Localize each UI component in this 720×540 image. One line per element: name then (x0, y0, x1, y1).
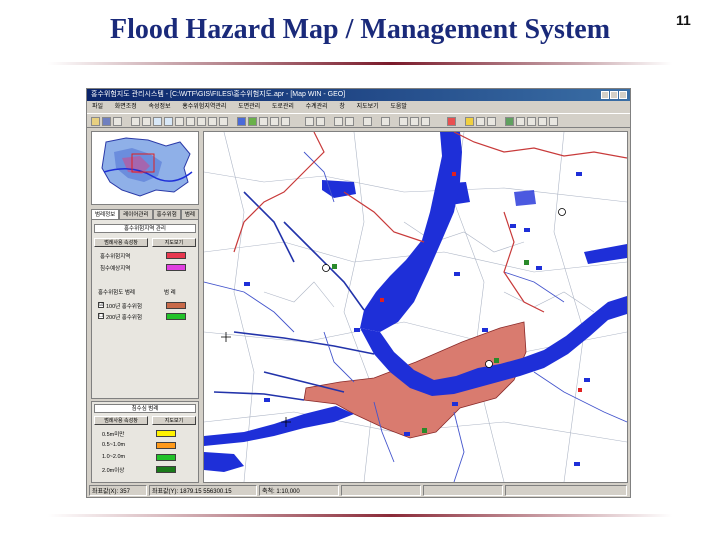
depth-label-4: 2.0m이상 (102, 468, 125, 474)
marker-green-icon[interactable] (421, 117, 430, 126)
legend-swatch-hazard (166, 252, 186, 259)
depth-swatch-1 (156, 430, 176, 437)
measure-icon[interactable] (219, 117, 228, 126)
depth-map-view-button[interactable]: 지도보기 (152, 416, 196, 425)
point-tool-icon[interactable] (363, 117, 372, 126)
save-icon[interactable] (102, 117, 111, 126)
status-y-coord: 좌표값(Y): 1879.15 556300.15 (149, 485, 257, 496)
flood-zone-header: 홍수위험지역 관리 (94, 224, 196, 233)
layer-icon[interactable] (237, 117, 246, 126)
pointer-icon[interactable] (142, 117, 151, 126)
menu-bar: 파일 화면조정 속성정보 홍수위험지역관리 도면관리 도로관리 수계관리 창 지… (87, 101, 630, 113)
open-icon[interactable] (91, 117, 100, 126)
legend-swatch-inundation (166, 264, 186, 271)
marker-red-icon[interactable] (399, 117, 408, 126)
legend-label-hazard: 홍수위험지역 (100, 254, 131, 260)
zoom-in-icon[interactable] (153, 117, 162, 126)
menu-file[interactable]: 파일 (87, 101, 108, 113)
depth-swatch-4 (156, 466, 176, 473)
window-titlebar: 홍수위험지도 관리시스템 - [C:\WTF\GIS\FILES\홍수위험지도.… (87, 89, 630, 101)
marker-blue-icon[interactable] (410, 117, 419, 126)
menu-maps[interactable]: 도면관리 (233, 101, 265, 113)
left-pane: 범례정보 레이어관리 홍수위험 범례 홍수위험지역 관리 범례사용 속성창 지도보기 … (91, 131, 199, 483)
menu-waterways[interactable]: 수계관리 (301, 101, 333, 113)
flood-zone-panel: 홍수위험지역 관리 범례사용 속성창 지도보기 홍수위험지역 침수예상지역 홍수… (91, 219, 199, 399)
depth-properties-button[interactable]: 범례사용 속성창 (94, 416, 148, 425)
draw-icon[interactable] (281, 117, 290, 126)
menu-map-view[interactable]: 지도보기 (352, 101, 384, 113)
pane-tabs: 범례정보 레이어관리 홍수위험 범례 (91, 209, 199, 220)
theme-icon[interactable] (248, 117, 257, 126)
tool-c-icon[interactable] (538, 117, 547, 126)
maximize-button[interactable] (610, 91, 618, 99)
menu-window[interactable]: 창 (334, 101, 350, 113)
full-extent-icon[interactable] (186, 117, 195, 126)
depth-label-1: 0.5m미만 (102, 432, 125, 438)
zoom-layer-icon[interactable] (197, 117, 206, 126)
status-empty-3 (505, 485, 627, 496)
legend-properties-button[interactable]: 범례사용 속성창 (94, 238, 148, 247)
check-200yr[interactable]: ☐ (98, 313, 104, 319)
tool-b-icon[interactable] (527, 117, 536, 126)
query-icon[interactable] (259, 117, 268, 126)
depth-legend-panel: 침수심 범례 범례사용 속성창 지도보기 0.5m미만 0.5~1.0m 1.0… (91, 401, 199, 483)
legend-column-label: 범 례 (164, 290, 176, 296)
overview-map[interactable] (91, 131, 199, 205)
swatch-100yr (166, 302, 186, 309)
pan-icon[interactable] (175, 117, 184, 126)
depth-swatch-3 (156, 454, 176, 461)
line-tool-icon[interactable] (305, 117, 314, 126)
menu-attributes[interactable]: 속성정보 (143, 101, 175, 113)
identify-icon[interactable] (208, 117, 217, 126)
minimize-button[interactable] (601, 91, 609, 99)
list-icon[interactable] (476, 117, 485, 126)
settings-icon[interactable] (505, 117, 514, 126)
depth-label-2: 0.5~1.0m (102, 442, 126, 448)
status-empty-1 (341, 485, 421, 496)
swatch-200yr (166, 313, 186, 320)
top-divider (48, 62, 672, 65)
overview-map-graphic (101, 137, 193, 197)
slide-page-number: 11 (676, 12, 691, 28)
flood-map-graphic (204, 132, 627, 482)
status-x-coord: 좌표값(X): 357 (89, 485, 147, 496)
flag-icon[interactable] (381, 117, 390, 126)
check-100yr[interactable]: ☑ (98, 302, 104, 308)
depth-legend-header: 침수심 범례 (94, 404, 196, 413)
slide-title: Flood Hazard Map / Management System (109, 14, 611, 45)
app-window: 홍수위험지도 관리시스템 - [C:\WTF\GIS\FILES\홍수위험지도.… (86, 88, 631, 498)
toolbar (87, 113, 630, 128)
check-200yr-label: 200년 홍수위험 (106, 315, 143, 321)
status-bar: 좌표값(X): 357 좌표값(Y): 1879.15 556300.15 축척… (87, 485, 630, 497)
menu-view[interactable]: 화면조정 (110, 101, 142, 113)
hazard-level-label: 홍수위험도 범례 (98, 290, 135, 296)
ellipse-tool-icon[interactable] (345, 117, 354, 126)
polyline-tool-icon[interactable] (316, 117, 325, 126)
print-icon[interactable] (113, 117, 122, 126)
select-icon[interactable] (131, 117, 140, 126)
info-icon[interactable] (465, 117, 474, 126)
menu-flood-zone[interactable]: 홍수위험지역관리 (177, 101, 231, 113)
refresh-icon[interactable] (487, 117, 496, 126)
depth-swatch-2 (156, 442, 176, 449)
bottom-divider (48, 514, 672, 517)
stop-icon[interactable] (447, 117, 456, 126)
label-icon[interactable] (270, 117, 279, 126)
circle-tool-icon[interactable] (334, 117, 343, 126)
tool-d-icon[interactable] (549, 117, 558, 126)
zoom-out-icon[interactable] (164, 117, 173, 126)
close-button[interactable] (619, 91, 627, 99)
legend-label-inundation: 침수예상지역 (100, 266, 131, 272)
status-scale: 축척: 1:10,000 (259, 485, 339, 496)
map-view-button[interactable]: 지도보기 (152, 238, 196, 247)
check-100yr-label: 100년 홍수위험 (106, 304, 143, 310)
menu-help[interactable]: 도움말 (385, 101, 412, 113)
depth-label-3: 1.0~2.0m (102, 454, 126, 460)
status-empty-2 (423, 485, 503, 496)
map-canvas[interactable] (203, 131, 628, 483)
menu-roads[interactable]: 도로관리 (267, 101, 299, 113)
tool-a-icon[interactable] (516, 117, 525, 126)
